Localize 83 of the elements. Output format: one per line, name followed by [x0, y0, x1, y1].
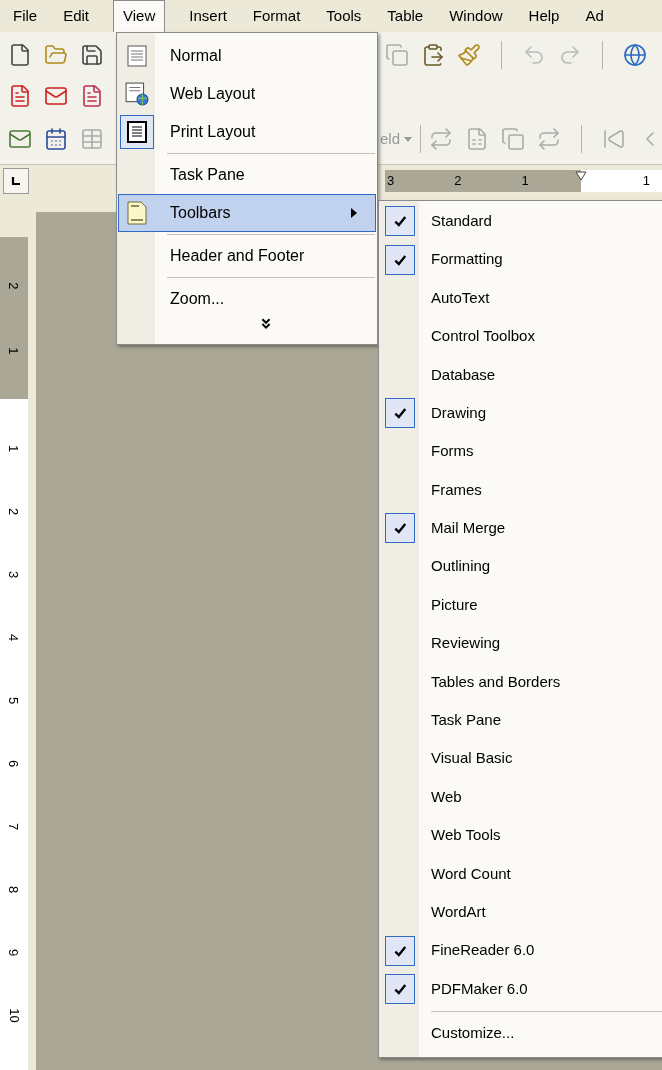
menu-item[interactable]: Mail Merge	[379, 509, 662, 548]
paintbrush-icon[interactable]	[457, 43, 481, 67]
menu-item[interactable]: Drawing	[379, 393, 662, 433]
dropdown-caret-icon[interactable]	[404, 136, 412, 142]
pdf-comment-icon[interactable]	[80, 84, 104, 108]
menu-item[interactable]: Frames	[379, 470, 662, 510]
ruler-number: 1	[5, 444, 23, 453]
save-icon[interactable]	[80, 43, 104, 67]
menu-bar-item[interactable]: Help	[521, 0, 567, 32]
ruler-number: 6	[5, 759, 23, 768]
ruler-number: 9	[5, 948, 23, 957]
menu-bar-item[interactable]: Edit	[56, 0, 97, 32]
menu-bar-item[interactable]: Insert	[182, 0, 234, 32]
menu-bar-item[interactable]: Format	[245, 0, 308, 32]
menu-item[interactable]: AutoText	[379, 278, 662, 318]
menu-item[interactable]: Task Pane	[118, 156, 376, 194]
menu-item[interactable]: Web Layout	[118, 75, 376, 113]
envelope-icon[interactable]	[8, 127, 32, 151]
menu-item[interactable]: PDFMaker 6.0	[379, 969, 662, 1009]
ruler-number: 3	[5, 570, 23, 579]
header-footer-icon	[127, 201, 147, 225]
ruler-number: 8	[5, 885, 23, 894]
ruler-number: 2	[454, 172, 462, 191]
print-layout-icon	[127, 120, 147, 144]
refresh-icon[interactable]	[537, 127, 561, 151]
undo-icon[interactable]	[522, 43, 546, 67]
menu-item[interactable]: FineReader 6.0	[379, 931, 662, 970]
document-icon[interactable]	[465, 127, 489, 151]
menu-item[interactable]: Tables and Borders	[379, 662, 662, 702]
ruler-number: 7	[5, 822, 23, 831]
menu-bar-item[interactable]: View	[113, 0, 166, 32]
page-icon	[127, 44, 147, 68]
table-icon[interactable]	[80, 127, 104, 151]
ruler-number: 4	[5, 633, 23, 642]
ruler-number: 10	[5, 1008, 23, 1023]
ruler-number: 1	[5, 346, 23, 355]
ruler-number: 5	[5, 696, 23, 705]
menu-item[interactable]: Customize...	[379, 1014, 662, 1053]
menu-item[interactable]: Picture	[379, 585, 662, 625]
new-document-icon[interactable]	[8, 43, 32, 67]
menu-item[interactable]: Outlining	[379, 547, 662, 586]
ruler-number: 3	[387, 172, 395, 191]
menu-item[interactable]: Control Toolbox	[379, 317, 662, 356]
menu-item[interactable]: Formatting	[379, 240, 662, 279]
menu-item[interactable]: WordArt	[379, 893, 662, 932]
pdf-document-icon[interactable]	[8, 84, 32, 108]
tab-selector[interactable]	[3, 168, 29, 194]
ruler-number: 2	[5, 281, 23, 290]
menu-item[interactable]: Print Layout	[118, 113, 376, 151]
menu-item[interactable]: Standard	[379, 202, 662, 241]
arrows-icon[interactable]	[429, 127, 453, 151]
ruler-number: 1	[642, 172, 650, 191]
menu-item[interactable]: Database	[379, 355, 662, 394]
open-folder-icon[interactable]	[44, 43, 68, 67]
left-tab-icon	[11, 176, 21, 186]
menu-bar-item[interactable]: Window	[442, 0, 510, 32]
menu-bar-item[interactable]: Ad	[578, 0, 611, 32]
menu-item[interactable]: Web	[379, 777, 662, 817]
paste-icon[interactable]	[421, 43, 445, 67]
menu-item[interactable]: Visual Basic	[379, 739, 662, 778]
menu-bar-item[interactable]: File	[6, 0, 45, 32]
ruler-number: 1	[521, 172, 529, 191]
menu-item[interactable]: Header and Footer	[118, 237, 376, 275]
web-page-icon	[125, 82, 149, 106]
pdf-mail-icon[interactable]	[44, 84, 68, 108]
first-record-icon[interactable]	[602, 127, 626, 151]
menu-item[interactable]: Web Tools	[379, 816, 662, 855]
menu-item[interactable]: Normal	[118, 37, 376, 75]
menu-bar-item[interactable]: Tools	[319, 0, 369, 32]
menu-bar-item[interactable]: Table	[380, 0, 431, 32]
menu-item[interactable]: Toolbars	[118, 194, 376, 232]
menu-item[interactable]: Forms	[379, 432, 662, 471]
indent-marker-icon[interactable]	[574, 170, 587, 182]
ruler-number: 2	[5, 507, 23, 516]
copy-icon[interactable]	[385, 43, 409, 67]
calendar-icon[interactable]	[44, 127, 68, 151]
menu-item[interactable]: Reviewing	[379, 624, 662, 663]
redo-icon[interactable]	[558, 43, 582, 67]
menu-item[interactable]: Task Pane	[379, 701, 662, 740]
menu-item[interactable]: Zoom...	[118, 280, 376, 318]
menu-item[interactable]: Word Count	[379, 854, 662, 894]
expand-chevron-icon[interactable]	[260, 318, 272, 330]
globe-icon[interactable]	[623, 43, 647, 67]
